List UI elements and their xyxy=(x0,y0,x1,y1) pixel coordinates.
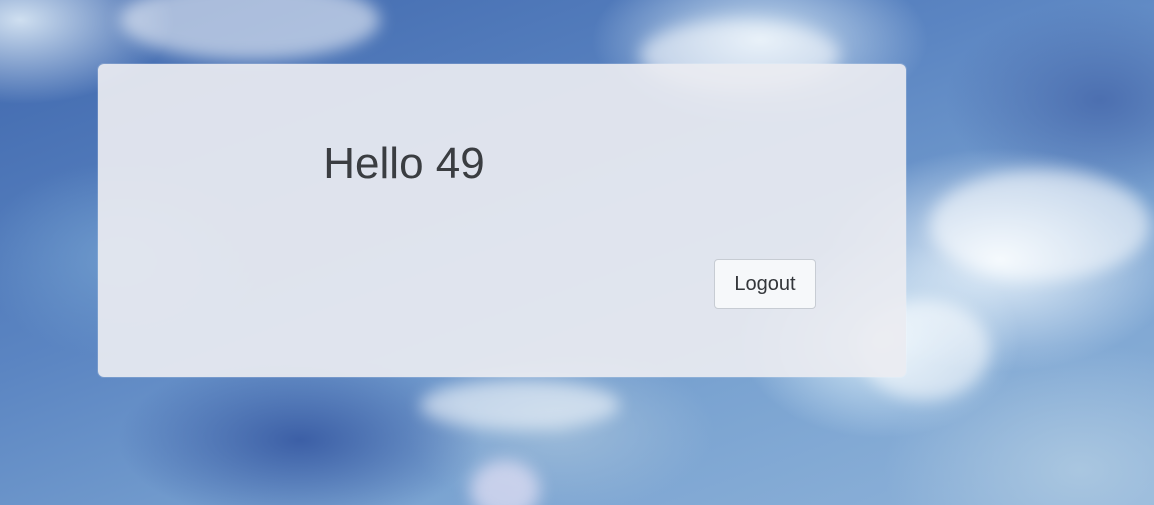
greeting-panel: Hello 49 Logout xyxy=(98,64,906,377)
greeting-heading: Hello 49 xyxy=(323,139,485,188)
logout-button[interactable]: Logout xyxy=(714,259,816,309)
